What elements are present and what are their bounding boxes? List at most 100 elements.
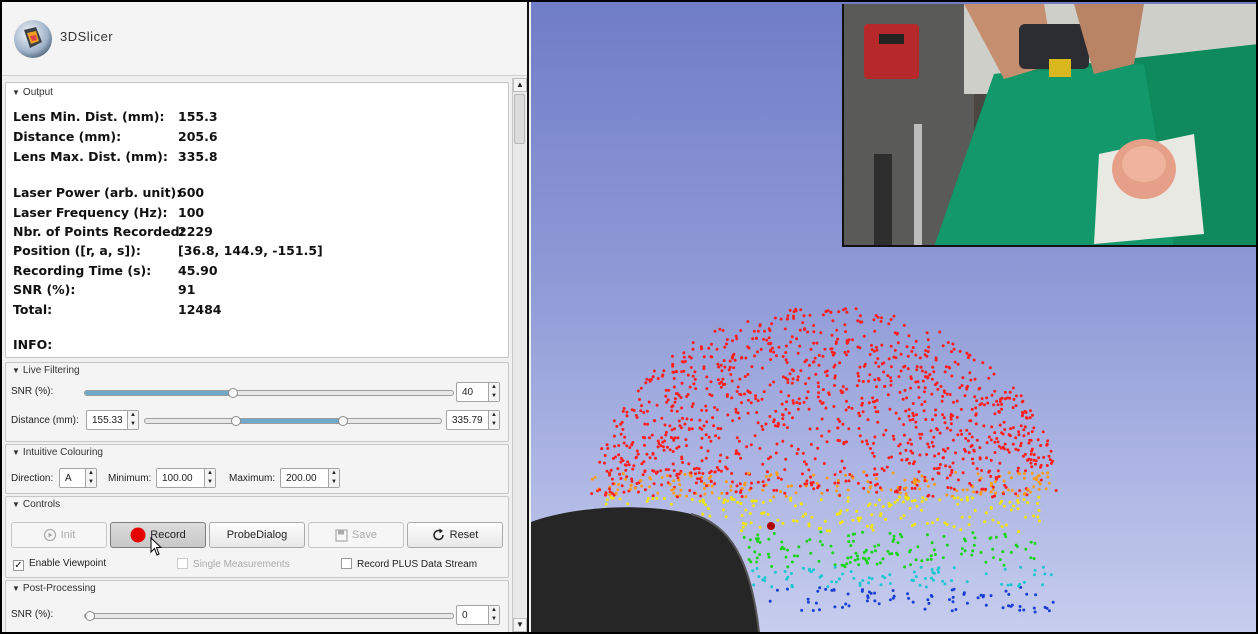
point-cloud-dot — [756, 533, 760, 537]
spin-arrows-icon[interactable]: ▲ ▼ — [488, 411, 499, 429]
point-cloud-dot — [1049, 449, 1053, 453]
point-cloud-dot — [628, 487, 632, 491]
point-cloud-dot — [923, 400, 927, 404]
point-cloud-dot — [645, 377, 649, 381]
point-cloud-dot — [942, 456, 945, 460]
point-cloud-dot — [643, 488, 647, 492]
point-cloud-dot — [783, 491, 787, 495]
point-cloud-dot — [865, 473, 869, 477]
snr-slider-handle[interactable] — [228, 388, 238, 398]
point-cloud-dot — [938, 431, 942, 435]
point-cloud-dot — [926, 558, 929, 562]
spin-arrows-icon[interactable]: ▲ ▼ — [488, 383, 499, 401]
point-cloud-dot — [948, 473, 952, 477]
point-cloud-dot — [1008, 500, 1012, 504]
post-snr-slider-handle[interactable] — [85, 611, 95, 621]
enable-viewpoint-checkbox[interactable]: ✓ Enable Viewpoint — [13, 558, 106, 571]
single-measurements-checkbox[interactable]: Single Measurements — [177, 558, 290, 570]
point-cloud-dot — [643, 436, 647, 440]
point-cloud-dot — [776, 424, 780, 428]
point-cloud-dot — [902, 433, 906, 437]
reset-button[interactable]: Reset — [407, 522, 503, 548]
point-cloud-dot — [880, 316, 883, 320]
point-cloud-dot — [716, 362, 720, 366]
spin-arrows-icon[interactable]: ▲ ▼ — [204, 469, 215, 487]
point-cloud-dot — [704, 404, 708, 408]
point-cloud-dot — [779, 390, 783, 394]
post-snr-slider[interactable] — [84, 611, 454, 621]
point-cloud-dot — [940, 399, 944, 403]
point-cloud-dot — [593, 475, 597, 479]
snr-spinbox[interactable]: 40 ▲ ▼ — [456, 382, 500, 402]
distance-max-spinbox[interactable]: 335.79 ▲ ▼ — [446, 410, 500, 430]
probe-dialog-button[interactable]: ProbeDialog — [209, 522, 305, 548]
point-cloud-dot — [941, 556, 945, 560]
point-cloud-dot — [910, 486, 914, 490]
point-cloud-dot — [821, 313, 825, 317]
direction-combobox[interactable]: A ▲ ▼ — [59, 468, 97, 488]
point-cloud-dot — [687, 428, 691, 431]
point-cloud-dot — [857, 563, 861, 567]
point-cloud-dot — [679, 469, 683, 473]
scroll-down-arrow-icon[interactable]: ▼ — [513, 618, 527, 632]
point-cloud-dot — [990, 425, 994, 429]
init-button[interactable]: Init — [11, 522, 107, 548]
point-cloud-dot — [1018, 608, 1022, 612]
point-cloud-dot — [805, 396, 809, 400]
record-plus-checkbox[interactable]: Record PLUS Data Stream — [341, 558, 477, 570]
point-cloud-dot — [942, 389, 946, 393]
point-cloud-dot — [772, 495, 776, 499]
collapse-triangle-icon: ▼ — [12, 584, 20, 593]
scrollbar-thumb[interactable] — [514, 94, 525, 144]
controls-section-header[interactable]: ▼ Controls — [12, 499, 60, 510]
output-section-header[interactable]: ▼ Output — [12, 87, 53, 98]
live-filtering-section-header[interactable]: ▼ Live Filtering — [12, 365, 80, 376]
point-cloud-dot — [717, 365, 721, 369]
snr-slider[interactable] — [84, 388, 454, 398]
panel-scrollbar[interactable]: ▲ ▼ — [512, 78, 527, 632]
point-cloud-dot — [746, 389, 750, 393]
distance-min-handle[interactable] — [231, 416, 241, 426]
post-processing-section-header[interactable]: ▼ Post-Processing — [12, 583, 96, 594]
point-cloud-dot — [702, 487, 706, 490]
point-cloud-dot — [710, 355, 714, 359]
minimum-spinbox[interactable]: 100.00 ▲ ▼ — [156, 468, 216, 488]
spin-arrows-icon[interactable]: ▲ ▼ — [127, 411, 138, 429]
point-cloud-dot — [1032, 557, 1036, 561]
point-cloud-dot — [819, 498, 823, 502]
point-cloud-dot — [989, 481, 993, 485]
distance-max-handle[interactable] — [338, 416, 348, 426]
point-cloud-dot — [672, 469, 676, 473]
point-cloud-dot — [866, 418, 870, 422]
3d-view[interactable] — [531, 2, 1256, 632]
point-cloud-dot — [697, 471, 701, 475]
scroll-up-arrow-icon[interactable]: ▲ — [513, 78, 527, 92]
spin-arrows-icon[interactable]: ▲ ▼ — [328, 469, 339, 487]
point-cloud-dot — [781, 375, 785, 379]
post-snr-spinbox[interactable]: 0 ▲ ▼ — [456, 605, 500, 625]
direction-value: A — [65, 473, 72, 484]
point-cloud-dot — [1017, 530, 1020, 534]
save-button[interactable]: Save — [308, 522, 404, 548]
point-cloud-dot — [973, 509, 977, 512]
maximum-spinbox[interactable]: 200.00 ▲ ▼ — [280, 468, 340, 488]
intuitive-colouring-section-header[interactable]: ▼ Intuitive Colouring — [12, 447, 103, 458]
point-cloud-dot — [616, 467, 620, 471]
point-cloud-dot — [961, 457, 965, 461]
point-cloud-dot — [821, 388, 825, 392]
point-cloud-dot — [985, 441, 989, 445]
point-cloud-dot — [983, 520, 987, 524]
spin-arrows-icon[interactable]: ▲ ▼ — [488, 606, 499, 624]
point-cloud-dot — [779, 547, 783, 551]
point-cloud-dot — [835, 489, 839, 493]
point-cloud-dot — [792, 316, 796, 320]
distance-range-slider[interactable] — [144, 416, 442, 426]
distance-min-spinbox[interactable]: 155.33 ▲ ▼ — [86, 410, 139, 430]
point-cloud-dot — [693, 370, 697, 374]
chevron-updown-icon[interactable]: ▲ ▼ — [85, 469, 96, 487]
point-cloud-dot — [645, 499, 649, 503]
point-cloud-dot — [989, 458, 993, 462]
point-cloud-dot — [797, 397, 801, 401]
point-cloud-dot — [836, 426, 840, 430]
point-cloud-dot — [810, 515, 814, 519]
